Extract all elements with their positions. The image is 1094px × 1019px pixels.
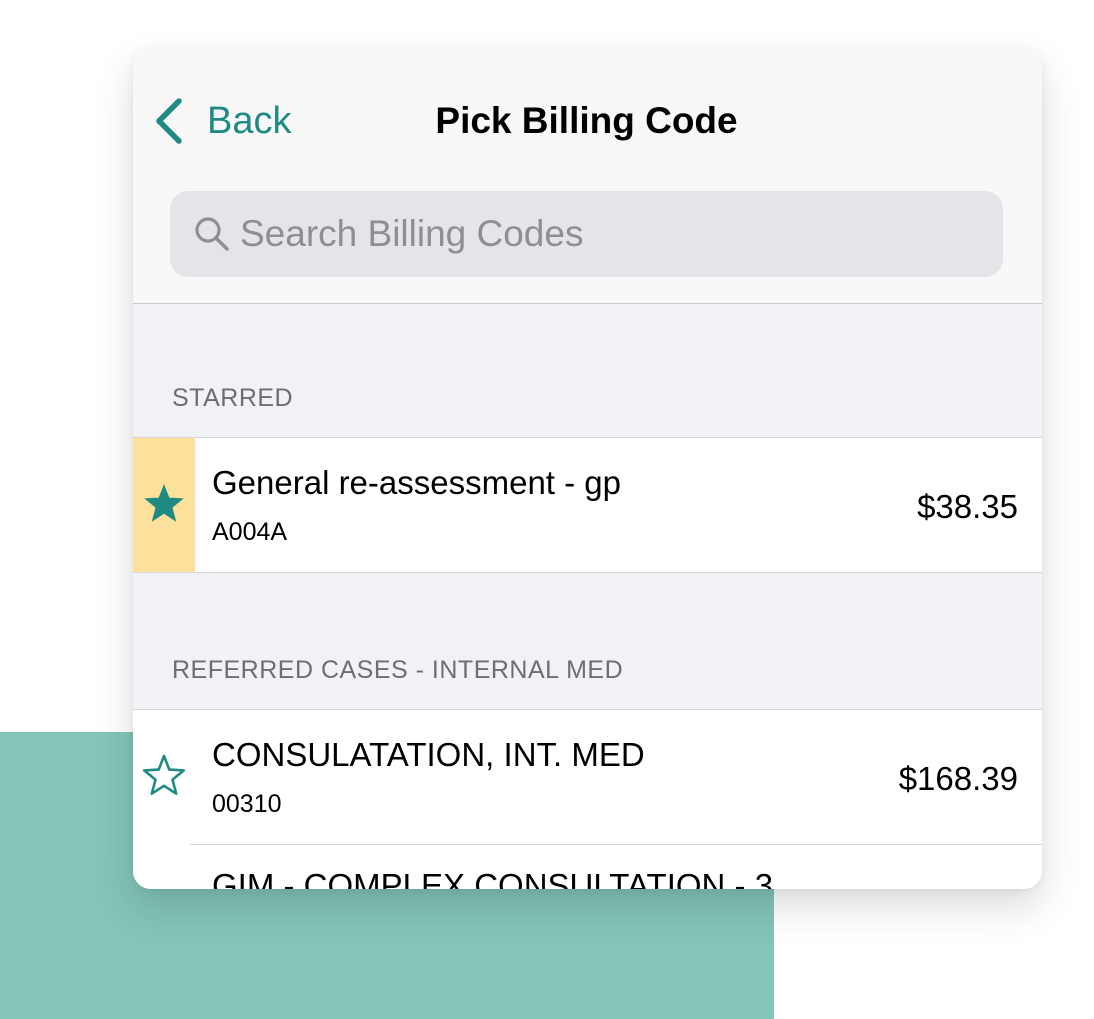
list-item[interactable]: GIM - COMPLEX CONSULTATION - 3 — [133, 845, 1042, 889]
billing-code-number: A004A — [212, 518, 288, 546]
star-filled-icon — [142, 481, 186, 530]
star-toggle[interactable] — [133, 438, 195, 572]
star-outline-icon — [142, 753, 186, 802]
billing-code-price: $38.35 — [917, 488, 1018, 525]
billing-code-price: $168.39 — [898, 760, 1018, 797]
billing-code-name: GIM - COMPLEX CONSULTATION - 3 — [212, 867, 774, 889]
list-item[interactable]: General re-assessment - gp A004A $38.35 — [133, 437, 1042, 573]
search-icon — [192, 214, 232, 254]
star-toggle[interactable] — [133, 710, 195, 844]
billing-code-picker-screen: Back Pick Billing Code STARRED Genera — [133, 47, 1042, 889]
search-input[interactable] — [240, 213, 980, 255]
section-header-starred: STARRED — [172, 384, 294, 412]
search-bar[interactable] — [170, 191, 1003, 277]
billing-code-number: 00310 — [212, 790, 282, 818]
list-item[interactable]: CONSULATATION, INT. MED 00310 $168.39 — [133, 709, 1042, 846]
navigation-bar: Back Pick Billing Code — [133, 47, 1042, 304]
page-title-text: Pick Billing Code — [435, 100, 738, 141]
billing-code-name: General re-assessment - gp — [212, 464, 622, 501]
page-title: Pick Billing Code — [133, 97, 1042, 145]
section-header-referred-cases: REFERRED CASES - INTERNAL MED — [172, 656, 624, 684]
billing-code-name: CONSULATATION, INT. MED — [212, 736, 645, 773]
